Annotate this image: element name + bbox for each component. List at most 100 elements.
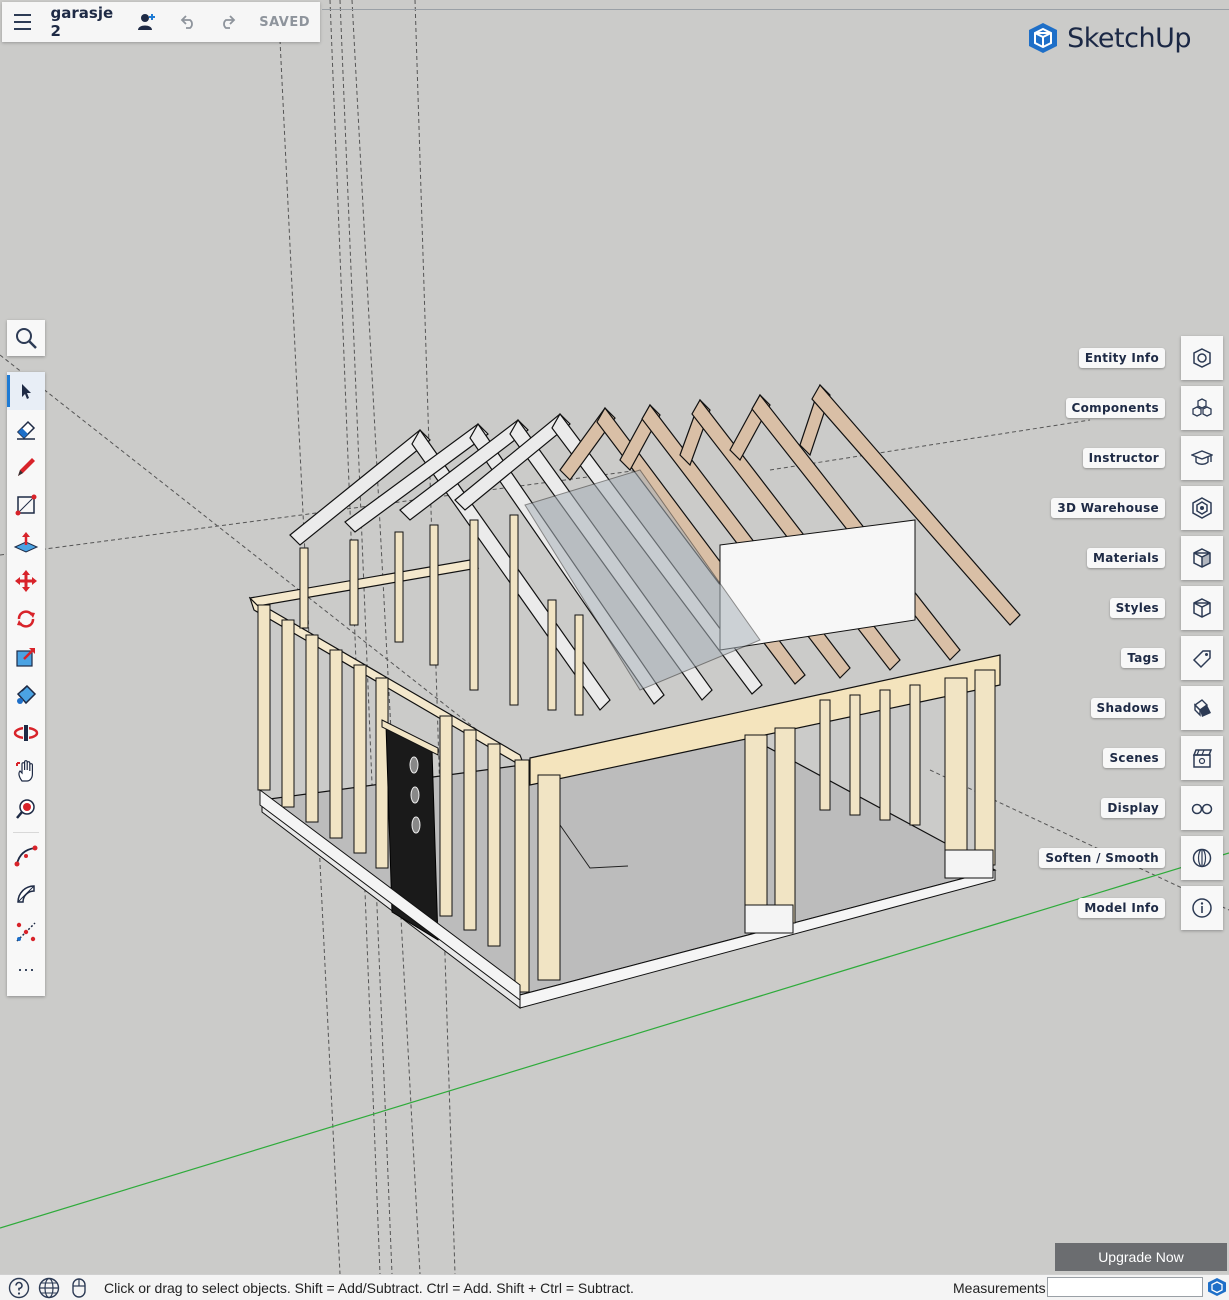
search-tool-button[interactable] xyxy=(7,320,45,356)
measurements-label: Measurements xyxy=(953,1280,1046,1296)
model-viewport[interactable] xyxy=(0,0,1229,1300)
scenes-icon xyxy=(1192,749,1213,768)
panel-entity-info[interactable]: Entity Info xyxy=(1078,336,1223,380)
warehouse-button[interactable] xyxy=(1181,486,1223,530)
search-toolbar xyxy=(7,320,45,356)
arc-icon xyxy=(14,845,38,867)
panel-label[interactable]: Display xyxy=(1101,798,1165,818)
move-icon xyxy=(15,570,37,592)
eraser-tool[interactable] xyxy=(7,410,45,448)
materials-button[interactable] xyxy=(1181,536,1223,580)
move-tool[interactable] xyxy=(7,562,45,600)
panel-components[interactable]: Components xyxy=(1065,386,1223,430)
pencil-icon xyxy=(18,458,35,476)
instructor-icon xyxy=(1191,450,1213,465)
rotate-tool[interactable] xyxy=(7,600,45,638)
panel-instructor[interactable]: Instructor xyxy=(1082,436,1223,480)
entity-info-icon xyxy=(1193,348,1211,368)
status-hint: Click or drag to select objects. Shift =… xyxy=(104,1279,634,1296)
search-icon xyxy=(16,328,37,349)
panel-soften-smooth[interactable]: Soften / Smooth xyxy=(1039,836,1223,880)
panel-scenes[interactable]: Scenes xyxy=(1103,736,1223,780)
entity-info-button[interactable] xyxy=(1181,336,1223,380)
panel-label[interactable]: Scenes xyxy=(1103,748,1165,768)
model-info-icon xyxy=(1192,898,1212,918)
panel-label[interactable]: Components xyxy=(1065,398,1165,418)
materials-icon xyxy=(1193,548,1211,568)
panel-label[interactable]: Model Info xyxy=(1078,898,1165,918)
orbit-icon xyxy=(13,724,39,742)
panel-label[interactable]: Entity Info xyxy=(1078,348,1165,368)
menu-icon[interactable] xyxy=(14,14,31,30)
rectangle-icon xyxy=(15,494,37,516)
panel-label[interactable]: Instructor xyxy=(1082,448,1165,468)
warehouse-icon xyxy=(1192,497,1212,519)
sketchup-corner-icon[interactable] xyxy=(1207,1277,1227,1297)
tape-measure-tool[interactable] xyxy=(7,913,45,951)
back-top-plate xyxy=(248,559,480,607)
display-icon xyxy=(1191,803,1213,815)
arc-tool[interactable] xyxy=(7,837,45,875)
zoom-tool[interactable] xyxy=(7,790,45,828)
model-title[interactable]: garasje 2 xyxy=(51,4,116,40)
main-toolbar: ⋯ xyxy=(7,372,45,996)
tags-button[interactable] xyxy=(1181,636,1223,680)
undo-icon[interactable] xyxy=(179,12,197,32)
model-info-button[interactable] xyxy=(1181,886,1223,930)
push-pull-tool[interactable] xyxy=(7,524,45,562)
pan-tool[interactable] xyxy=(7,752,45,790)
globe-icon[interactable] xyxy=(38,1277,60,1299)
panel-label[interactable]: Tags xyxy=(1121,648,1165,668)
panel-label[interactable]: 3D Warehouse xyxy=(1051,498,1165,518)
scale-tool[interactable] xyxy=(7,638,45,676)
panel-label[interactable]: Styles xyxy=(1109,598,1165,618)
push-pull-icon xyxy=(13,532,39,553)
components-icon xyxy=(1192,398,1212,417)
panel-label[interactable]: Materials xyxy=(1087,548,1165,568)
orbit-tool[interactable] xyxy=(7,714,45,752)
scenes-button[interactable] xyxy=(1181,736,1223,780)
help-icon[interactable] xyxy=(8,1277,30,1299)
panel-styles[interactable]: Styles xyxy=(1109,586,1223,630)
status-bar: Click or drag to select objects. Shift =… xyxy=(0,1274,1229,1300)
protractor-tool[interactable] xyxy=(7,875,45,913)
soften-icon xyxy=(1192,848,1212,868)
styles-button[interactable] xyxy=(1181,586,1223,630)
panel-display[interactable]: Display xyxy=(1101,786,1223,830)
add-collaborator-icon[interactable] xyxy=(137,12,157,32)
top-bar: garasje 2 SAVED xyxy=(2,2,320,42)
rotate-icon xyxy=(17,610,35,628)
shadows-button[interactable] xyxy=(1181,686,1223,730)
tags-icon xyxy=(1192,650,1211,669)
tape-measure-icon xyxy=(16,922,36,942)
panel-3d-warehouse[interactable]: 3D Warehouse xyxy=(1051,486,1223,530)
panel-model-info[interactable]: Model Info xyxy=(1078,886,1223,930)
panel-label[interactable]: Soften / Smooth xyxy=(1039,848,1165,868)
panel-shadows[interactable]: Shadows xyxy=(1090,686,1223,730)
pan-hand-icon xyxy=(16,760,33,782)
upgrade-now-button[interactable]: Upgrade Now xyxy=(1055,1243,1227,1271)
display-button[interactable] xyxy=(1181,786,1223,830)
mouse-icon[interactable] xyxy=(68,1277,90,1299)
paint-bucket-icon xyxy=(16,684,37,705)
sketchup-logo-icon xyxy=(1029,23,1058,53)
pencil-tool[interactable] xyxy=(7,448,45,486)
redo-icon[interactable] xyxy=(219,12,237,32)
rectangle-tool[interactable] xyxy=(7,486,45,524)
panel-label[interactable]: Shadows xyxy=(1090,698,1165,718)
shadows-icon xyxy=(1193,699,1211,717)
sketchup-logo: SketchUp xyxy=(1027,22,1191,54)
eraser-icon xyxy=(16,420,36,440)
select-arrow-icon xyxy=(22,384,31,399)
measurements-input[interactable] xyxy=(1047,1277,1203,1297)
instructor-button[interactable] xyxy=(1181,436,1223,480)
panel-tags[interactable]: Tags xyxy=(1121,636,1223,680)
soften-button[interactable] xyxy=(1181,836,1223,880)
more-icon: ⋯ xyxy=(17,959,35,980)
more-tools-button[interactable]: ⋯ xyxy=(7,951,45,989)
panel-materials[interactable]: Materials xyxy=(1087,536,1223,580)
components-button[interactable] xyxy=(1181,386,1223,430)
paint-bucket-tool[interactable] xyxy=(7,676,45,714)
select-tool[interactable] xyxy=(7,372,45,410)
brand-name: SketchUp xyxy=(1067,22,1191,54)
